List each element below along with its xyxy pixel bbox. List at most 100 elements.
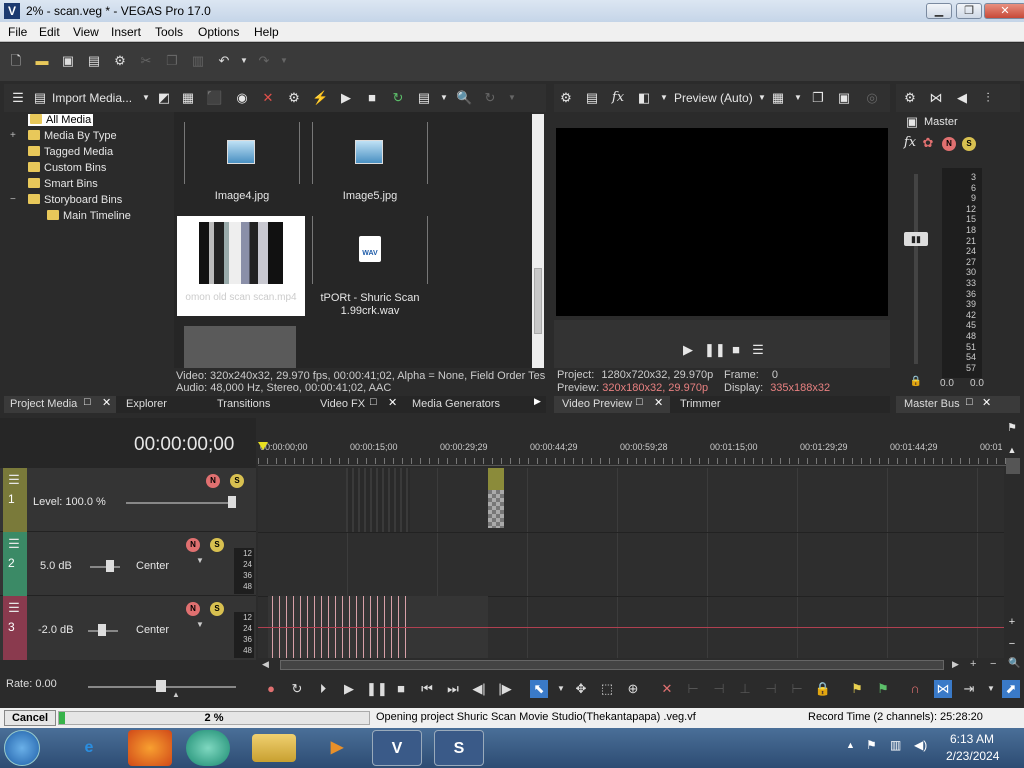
zoom-out-horizontal-icon[interactable]: −	[990, 658, 996, 670]
scroll-right-icon[interactable]: ▶	[952, 659, 959, 670]
tab-project-media[interactable]: Project Media □ ✕	[4, 396, 116, 413]
snapping-icon[interactable]: ∩	[906, 680, 924, 698]
track-menu-icon[interactable]: ☰	[6, 472, 22, 488]
trim-icon[interactable]: ⊣	[762, 680, 780, 698]
search-icon[interactable]: 🔍	[456, 90, 472, 106]
lock-icon[interactable]: 🔒	[908, 374, 924, 390]
media-tile-image4[interactable]	[184, 122, 300, 184]
auto-crossfade-icon[interactable]: ⋈	[934, 680, 952, 698]
track-mute-icon[interactable]: N	[186, 602, 200, 616]
master-mute-icon[interactable]: N	[942, 137, 956, 151]
track-menu-icon[interactable]: ☰	[6, 600, 22, 616]
track-menu-icon[interactable]: ☰	[6, 536, 22, 552]
import-media-icon[interactable]: ▤	[32, 90, 48, 106]
ripple-icon[interactable]: ⊢	[788, 680, 806, 698]
media-player-icon[interactable]: ▶	[312, 730, 362, 766]
device-output-icon[interactable]: ▤	[584, 90, 600, 106]
file-explorer-icon[interactable]	[252, 734, 296, 762]
menu-file[interactable]: File	[8, 25, 27, 39]
import-media-button[interactable]: Import Media...	[52, 91, 132, 105]
redo-icon[interactable]: ↷	[256, 53, 272, 69]
clock-time[interactable]: 6:13 AM	[950, 732, 994, 746]
track-mute-icon[interactable]: N	[206, 474, 220, 488]
preview-quality-dropdown-icon[interactable]: ▼	[754, 90, 770, 106]
go-to-end-icon[interactable]: ⏭	[444, 680, 462, 698]
tab-master-bus[interactable]: Master Bus □ ✕	[896, 396, 1020, 413]
media-tile-video-selected[interactable]: omon old scan scan.mp4	[177, 216, 305, 316]
tab-undock-icon[interactable]: □	[84, 396, 91, 408]
network-icon[interactable]: ▥	[890, 738, 901, 752]
insert-region-icon[interactable]: ⚑	[874, 680, 892, 698]
preview-menu-icon[interactable]: ☰	[750, 342, 766, 358]
menu-insert[interactable]: Insert	[111, 25, 141, 39]
minimize-button[interactable]: ▁	[926, 3, 952, 19]
chat-app-icon[interactable]	[186, 730, 230, 766]
tab-video-preview[interactable]: Video Preview □ ✕	[554, 396, 670, 413]
paste-icon[interactable]: ▥	[190, 53, 206, 69]
start-button[interactable]	[4, 730, 40, 766]
tree-expander-storyboard-bins[interactable]: −	[10, 194, 16, 205]
pan-slider-icon[interactable]: ▼	[196, 620, 204, 629]
preview-stop-icon[interactable]: ■	[728, 342, 744, 358]
tree-item-smart-bins[interactable]: Smart Bins	[28, 178, 98, 190]
refresh-dropdown-icon[interactable]: ▼	[504, 90, 520, 106]
save-as-icon[interactable]: ▤	[86, 53, 102, 69]
master-fader-handle[interactable]: ▮▮	[904, 232, 928, 246]
undo-dropdown-icon[interactable]: ▼	[236, 53, 252, 69]
dim-output-icon[interactable]: ◀	[954, 90, 970, 106]
level-slider-handle[interactable]	[228, 496, 236, 508]
menu-view[interactable]: View	[73, 25, 99, 39]
cancel-button[interactable]: Cancel	[4, 710, 56, 726]
tab-undock-icon[interactable]: □	[636, 396, 643, 408]
volume-slider-handle[interactable]	[106, 560, 114, 572]
menu-tools[interactable]: Tools	[155, 25, 183, 39]
tab-undock-icon[interactable]: □	[370, 396, 377, 408]
timeline-ruler[interactable]: 00:00:00;00 00:00:15;00 00:00:29;29 00:0…	[258, 440, 1010, 466]
event-pan-crop-icon[interactable]: ⬈	[1002, 680, 1020, 698]
preview-quality-select[interactable]: Preview (Auto)	[674, 91, 753, 105]
vegas-pro-taskbar-icon[interactable]: V	[372, 730, 422, 766]
video-event-ghost[interactable]	[346, 468, 410, 532]
loop-playback-icon[interactable]: ↻	[288, 680, 306, 698]
zoom-edit-tool-icon[interactable]: ⊕	[624, 680, 642, 698]
split-dropdown-icon[interactable]: ▼	[656, 90, 672, 106]
stop-icon[interactable]: ■	[392, 680, 410, 698]
refresh-icon[interactable]: ↻	[482, 90, 498, 106]
track-solo-icon[interactable]: S	[210, 602, 224, 616]
shuric-scan-taskbar-icon[interactable]: S	[434, 730, 484, 766]
show-hidden-icons-icon[interactable]: ▲	[846, 740, 855, 750]
media-tile-partial[interactable]	[184, 326, 296, 368]
mixer-icon[interactable]: ⫶	[980, 90, 996, 106]
tab-transitions[interactable]: Transitions	[217, 398, 270, 410]
zoom-in-vertical-icon[interactable]: +	[1004, 614, 1020, 630]
selection-tool-icon[interactable]: ⬚	[598, 680, 616, 698]
track-mute-icon[interactable]: N	[186, 538, 200, 552]
ripple-edit-icon[interactable]: ⇥	[960, 680, 978, 698]
preview-pause-icon[interactable]: ❚❚	[704, 342, 726, 358]
go-to-start-icon[interactable]: ⏮	[418, 680, 436, 698]
next-frame-icon[interactable]: |▶	[496, 680, 514, 698]
track-lanes[interactable]	[258, 468, 1004, 658]
preview-play-icon[interactable]: ▶	[680, 342, 696, 358]
tab-trimmer[interactable]: Trimmer	[680, 398, 721, 410]
zoom-tool-icon[interactable]: 🔍	[1008, 658, 1020, 669]
timeline-scroll-up-icon[interactable]: ▲	[1004, 442, 1020, 458]
views-dropdown-icon[interactable]: ▼	[436, 90, 452, 106]
pan-slider-icon[interactable]: ▼	[196, 556, 204, 565]
media-tile-image5[interactable]	[312, 122, 428, 184]
media-fx-icon[interactable]: ⬛	[206, 90, 222, 106]
web-media-icon[interactable]: ◉	[234, 90, 250, 106]
insert-marker-icon[interactable]: ⚑	[848, 680, 866, 698]
previous-frame-icon[interactable]: ◀|	[470, 680, 488, 698]
media-properties-icon[interactable]: ⚙	[286, 90, 302, 106]
media-menu-icon[interactable]: ☰	[10, 90, 26, 106]
delete-icon[interactable]: ✕	[658, 680, 676, 698]
split-icon[interactable]: ⊥	[736, 680, 754, 698]
media-tile-wav[interactable]: WAV	[312, 216, 428, 284]
marker-flag-icon[interactable]: ⚑	[1004, 420, 1020, 436]
tab-close-icon[interactable]: ✕	[654, 396, 663, 409]
tab-video-fx[interactable]: Video FX	[320, 398, 365, 410]
tree-expander-media-by-type[interactable]: +	[10, 130, 16, 141]
normal-edit-tool-icon[interactable]: ⬉	[530, 680, 548, 698]
tab-scroll-right-icon[interactable]: ▶	[534, 396, 541, 407]
